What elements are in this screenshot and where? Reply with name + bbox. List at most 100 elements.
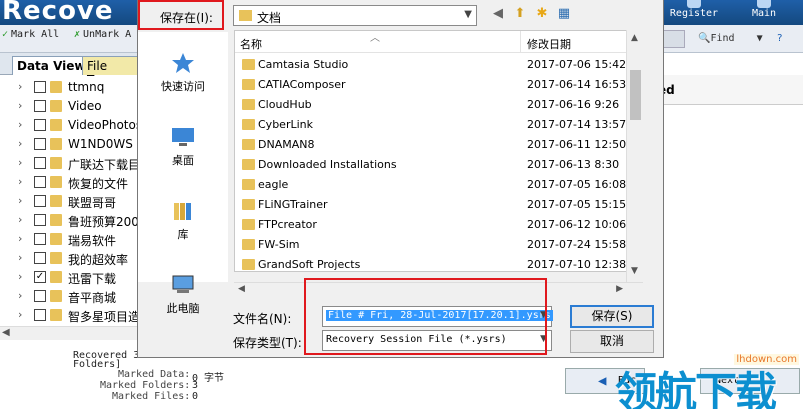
expand-icon[interactable]: › <box>18 118 22 131</box>
folder-icon <box>242 239 255 250</box>
place-library[interactable]: 库 <box>138 200 228 242</box>
tree-item[interactable]: › ✓ 迅雷下载 <box>0 268 137 287</box>
folder-icon <box>242 219 255 230</box>
tree-checkbox[interactable] <box>34 138 46 150</box>
expand-icon[interactable]: › <box>18 175 22 188</box>
magnifier-icon: 🔍 <box>698 33 711 44</box>
tree-item-label: 瑞易软件 <box>68 234 117 248</box>
view-menu-icon[interactable]: ▦ <box>556 6 572 22</box>
tree-item-label: 迅雷下载 <box>68 272 117 286</box>
tree-checkbox[interactable] <box>34 119 46 131</box>
expand-icon[interactable]: › <box>18 213 22 226</box>
tree-item[interactable]: › Video <box>0 97 137 116</box>
file-row[interactable]: DNAMAN8 2017-06-11 12:50 <box>235 135 640 155</box>
tab-file-type[interactable]: File Type <box>82 56 140 87</box>
find-button[interactable]: 🔍Find ▼ ? <box>698 33 783 44</box>
expand-icon[interactable]: › <box>18 232 22 245</box>
save-in-label: 保存在(I): <box>138 0 224 30</box>
scroll-down-icon[interactable]: ▼ <box>631 266 638 276</box>
tree-item-label: 音平商城 <box>68 291 117 305</box>
tree-checkbox[interactable] <box>34 81 46 93</box>
expand-icon[interactable]: › <box>18 308 22 321</box>
location-value: 文档 <box>257 11 282 25</box>
column-name[interactable]: 名称 <box>240 36 262 52</box>
main-button[interactable]: Main <box>738 0 790 25</box>
save-button[interactable]: 保存(S) <box>570 305 654 328</box>
file-row[interactable]: CyberLink 2017-07-14 13:57 <box>235 115 640 135</box>
scroll-up-icon[interactable]: ▲ <box>631 33 638 43</box>
file-row[interactable]: CATIAComposer 2017-06-14 16:53 <box>235 75 640 95</box>
cancel-button[interactable]: 取消 <box>570 330 654 353</box>
find-label: Find <box>710 33 735 44</box>
sort-ascending-icon: ︿ <box>370 33 380 44</box>
folder-tree: › ttmnq › Video › VideoPhotos › W1ND0WS › 广联达下载目 ›… <box>0 76 137 326</box>
file-row[interactable]: FLiNGTrainer 2017-07-05 15:15 <box>235 195 640 215</box>
expand-icon[interactable]: › <box>18 270 22 283</box>
star-icon <box>169 52 197 74</box>
tree-checkbox[interactable] <box>34 195 46 207</box>
tree-checkbox[interactable] <box>34 233 46 245</box>
unmark-all-button[interactable]: ✗ UnMark A <box>74 29 131 40</box>
scroll-left-icon[interactable]: ◀ <box>238 284 245 294</box>
register-button[interactable]: Register <box>668 0 720 25</box>
tree-item[interactable]: › 瑞易软件 <box>0 230 137 249</box>
file-row[interactable]: Downloaded Installations 2017-06-13 8:30 <box>235 155 640 175</box>
tree-checkbox[interactable]: ✓ <box>34 271 46 283</box>
folder-icon <box>239 10 252 21</box>
tree-item[interactable]: › 恢复的文件 <box>0 173 137 192</box>
tree-checkbox[interactable] <box>34 252 46 264</box>
tree-item[interactable]: › 联盟哥哥 <box>0 192 137 211</box>
tree-item[interactable]: › 我的超效率 <box>0 249 137 268</box>
expand-icon[interactable]: › <box>18 194 22 207</box>
help-icon[interactable]: ? <box>777 33 783 44</box>
tree-item[interactable]: › 音平商城 <box>0 287 137 306</box>
place-desktop[interactable]: 桌面 <box>138 126 228 168</box>
file-row[interactable]: eagle 2017-07-05 16:08 <box>235 175 640 195</box>
place-this-pc[interactable]: 此电脑 <box>138 274 228 316</box>
column-separator[interactable] <box>520 31 521 53</box>
expand-icon[interactable]: › <box>18 80 22 93</box>
file-row[interactable]: Camtasia Studio 2017-07-06 15:42 <box>235 55 640 75</box>
tree-item-label: Video <box>68 99 102 113</box>
main-label: Main <box>751 8 777 19</box>
expand-icon[interactable]: › <box>18 251 22 264</box>
scroll-thumb[interactable] <box>630 70 641 120</box>
new-folder-icon[interactable]: ✱ <box>534 6 550 22</box>
up-folder-icon[interactable]: ⬆ <box>512 6 528 22</box>
file-name: CATIAComposer <box>258 78 346 91</box>
folder-icon <box>242 259 255 270</box>
tree-checkbox[interactable] <box>34 214 46 226</box>
tree-checkbox[interactable] <box>34 100 46 112</box>
tree-item[interactable]: › W1ND0WS <box>0 135 137 154</box>
tree-item[interactable]: › 智多星项目造 <box>0 306 137 325</box>
tree-item[interactable]: › 广联达下载目 <box>0 154 137 173</box>
file-row[interactable]: CloudHub 2017-06-16 9:26 <box>235 95 640 115</box>
file-row[interactable]: FW-Sim 2017-07-24 15:58 <box>235 235 640 255</box>
tree-checkbox[interactable] <box>34 309 46 321</box>
back-icon[interactable]: ◀ <box>490 6 506 22</box>
tree-hscrollbar[interactable]: ◀ <box>0 326 137 340</box>
tree-item[interactable]: › VideoPhotos <box>0 116 137 135</box>
expand-icon[interactable]: › <box>18 156 22 169</box>
mark-all-button[interactable]: ✓ Mark All <box>2 29 59 40</box>
file-list-vscrollbar[interactable]: ▲ ▼ <box>626 30 643 282</box>
tree-item[interactable]: › 鲁班预算2008 <box>0 211 137 230</box>
tree-checkbox[interactable] <box>34 176 46 188</box>
expand-icon[interactable]: › <box>18 99 22 112</box>
scroll-left-icon[interactable]: ◀ <box>2 327 10 338</box>
tree-checkbox[interactable] <box>34 290 46 302</box>
file-row[interactable]: FTPcreator 2017-06-12 10:06 <box>235 215 640 235</box>
tab-data-view[interactable]: Data View <box>12 56 91 75</box>
place-quick-access[interactable]: 快速访问 <box>138 52 228 94</box>
expand-icon[interactable]: › <box>18 289 22 302</box>
tree-item[interactable]: › ttmnq <box>0 78 137 97</box>
tree-checkbox[interactable] <box>34 157 46 169</box>
file-row[interactable]: GrandSoft Projects 2017-07-10 12:38 <box>235 255 640 271</box>
column-date[interactable]: 修改日期 <box>527 36 571 52</box>
expand-icon[interactable]: › <box>18 137 22 150</box>
location-dropdown[interactable]: 文档 ▼ <box>233 5 477 26</box>
folder-icon <box>50 100 62 112</box>
scroll-right-icon[interactable]: ▶ <box>616 284 623 294</box>
folder-icon <box>50 233 62 245</box>
dialog-toolbar: ◀ ⬆ ✱ ▦ <box>490 6 585 24</box>
